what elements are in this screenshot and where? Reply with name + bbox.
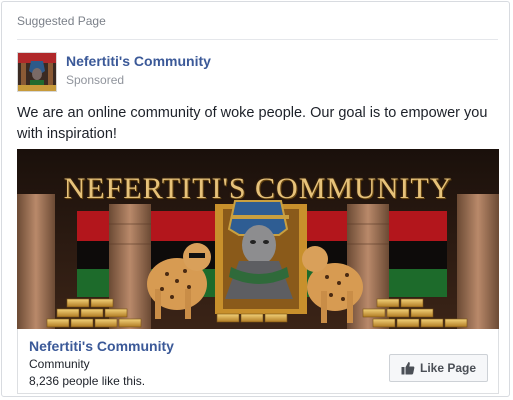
footer-page-type: Community <box>29 357 90 371</box>
sponsored-label: Sponsored <box>66 73 125 87</box>
hero-title: NEFERTITI'S COMMUNITY <box>63 172 453 205</box>
thumbs-up-icon <box>401 361 415 375</box>
footer-page-name-link[interactable]: Nefertiti's Community <box>29 338 174 354</box>
column-left-outer <box>17 194 55 329</box>
page-footer: Nefertiti's Community Community 8,236 pe… <box>17 329 499 394</box>
page-avatar[interactable] <box>17 52 57 92</box>
hero-image[interactable]: NEFERTITI'S COMMUNITY <box>17 149 499 329</box>
page-name-link[interactable]: Nefertiti's Community <box>66 53 211 69</box>
post-text: We are an online community of woke peopl… <box>17 105 488 142</box>
like-page-button-label: Like Page <box>419 361 477 375</box>
column-right-outer <box>457 194 499 329</box>
like-page-button[interactable]: Like Page <box>389 354 488 382</box>
footer-like-count: 8,236 people like this. <box>29 374 146 388</box>
suggested-page-label: Suggested Page <box>17 14 106 28</box>
suggested-page-card: Suggested Page Nefertiti's Community Spo… <box>1 1 510 397</box>
avatar-image <box>18 53 56 91</box>
header-divider <box>17 39 498 40</box>
